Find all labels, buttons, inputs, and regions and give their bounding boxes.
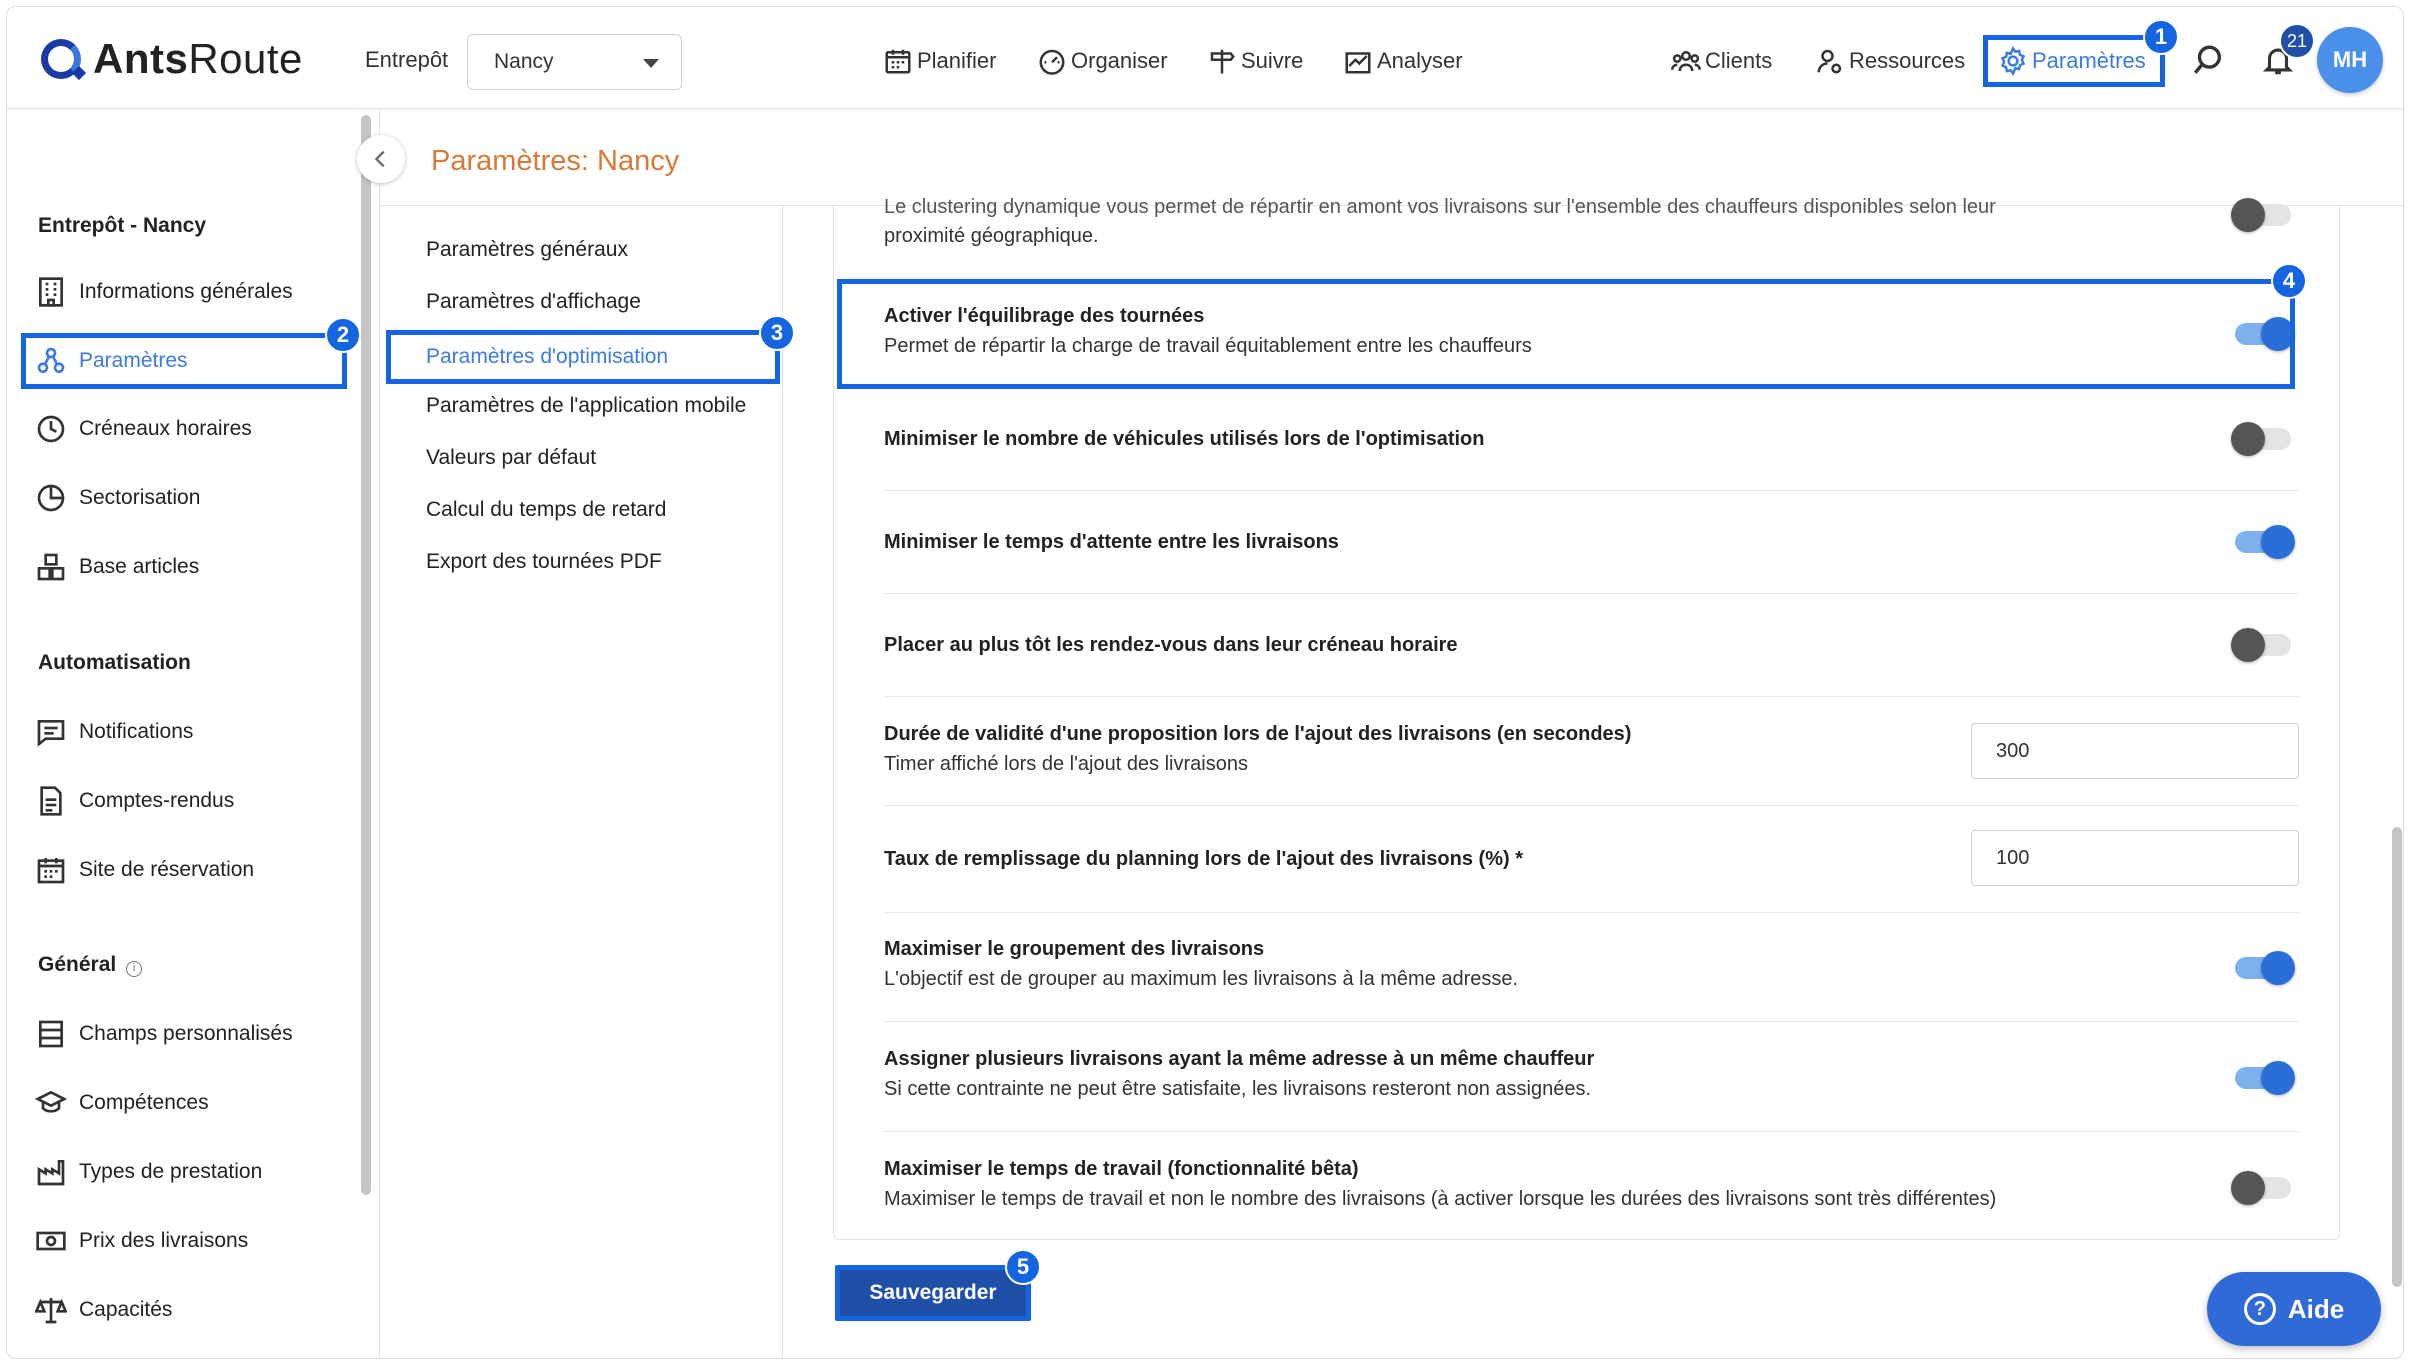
warehouse-select[interactable]: Nancy xyxy=(467,34,682,90)
submenu-parametres-affichage[interactable]: Paramètres d'affichage xyxy=(426,290,641,314)
antsroute-logo[interactable]: AntsRoute xyxy=(41,31,303,87)
sidebar-scrollbar[interactable] xyxy=(361,115,371,1195)
min-attente-toggle[interactable] xyxy=(2235,525,2295,559)
info-icon: i xyxy=(126,961,143,977)
save-button[interactable]: Sauvegarder xyxy=(835,1265,1031,1321)
duree-validite-input[interactable]: 300 xyxy=(1971,723,2299,779)
setting-row-min-vehicules: Minimiser le nombre de véhicules utilisé… xyxy=(884,387,2299,491)
boxes-icon xyxy=(37,553,65,581)
sidebar-item-sectorisation[interactable]: Sectorisation xyxy=(31,473,347,523)
top-navbar: AntsRoute Entrepôt Nancy Planifier Organ… xyxy=(7,7,2403,109)
nav-ressources[interactable]: Ressources xyxy=(1815,43,1965,79)
step-badge-1: 1 xyxy=(2143,19,2179,55)
setting-row-meme-chauffeur: Assigner plusieurs livraisons ayant la m… xyxy=(884,1022,2299,1132)
factory-icon xyxy=(37,1160,65,1186)
users-icon xyxy=(1671,51,1701,72)
calendar-icon xyxy=(37,858,65,884)
setting-row-min-attente: Minimiser le temps d'attente entre les l… xyxy=(884,491,2299,594)
sidebar-section-general: Général i xyxy=(38,953,143,977)
gear-icon xyxy=(2000,46,2026,76)
user-settings-icon xyxy=(1817,49,1842,74)
document-icon xyxy=(40,786,62,816)
settings-submenu: Paramètres généraux Paramètres d'afficha… xyxy=(380,206,783,1358)
settings-sidebar: Entrepôt - Nancy Informations générales … xyxy=(7,110,361,1358)
min-vehicules-toggle[interactable] xyxy=(2231,422,2291,456)
panel-scrollbar[interactable] xyxy=(2392,827,2402,1287)
sidebar-item-capacites[interactable]: Capacités xyxy=(31,1285,347,1335)
sidebar-item-competences[interactable]: Compétences xyxy=(31,1078,347,1128)
submenu-calcul-temps-de-retard[interactable]: Calcul du temps de retard xyxy=(426,498,666,522)
clock-icon xyxy=(37,415,65,443)
user-avatar[interactable]: MH xyxy=(2317,27,2383,93)
sidebar-item-informations-generales[interactable]: Informations générales xyxy=(31,267,347,317)
sidebar-item-comptes-rendus[interactable]: Comptes-rendus xyxy=(31,776,347,826)
scale-icon xyxy=(35,1298,67,1324)
signpost-icon xyxy=(1210,49,1235,74)
setting-row-taux-remplissage: Taux de remplissage du planning lors de … xyxy=(884,806,2299,913)
submenu-valeurs-par-defaut[interactable]: Valeurs par défaut xyxy=(426,446,596,470)
chevron-left-icon xyxy=(374,150,385,168)
optimisation-settings-panel: Le clustering dynamique vous permet de r… xyxy=(833,196,2340,1240)
chevron-down-icon xyxy=(643,59,659,68)
taux-remplissage-input[interactable]: 100 xyxy=(1971,830,2299,886)
question-icon: ? xyxy=(2243,1293,2276,1325)
graduation-cap-icon xyxy=(35,1090,67,1113)
notification-count-badge: 21 xyxy=(2279,23,2315,59)
collapse-sidebar-button[interactable] xyxy=(357,135,405,183)
setting-row-duree-validite: Durée de validité d'une proposition lors… xyxy=(884,697,2299,806)
message-icon xyxy=(37,720,65,747)
sidebar-item-notifications[interactable]: Notifications xyxy=(31,707,347,757)
submenu-parametres-application-mobile[interactable]: Paramètres de l'application mobile xyxy=(426,394,746,418)
sidebar-item-site-de-reservation[interactable]: Site de réservation xyxy=(31,845,347,895)
nav-organiser[interactable]: Organiser xyxy=(1037,43,1168,79)
help-button[interactable]: ? Aide xyxy=(2207,1272,2381,1346)
setting-row-clustering: Le clustering dynamique vous permet de r… xyxy=(884,196,2299,266)
search-icon xyxy=(2193,45,2222,74)
nav-parametres[interactable]: Paramètres xyxy=(1983,35,2165,87)
pie-icon xyxy=(37,484,65,512)
setting-row-temps-travail: Maximiser le temps de travail (fonctionn… xyxy=(884,1132,2299,1232)
page-title: Paramètres: Nancy xyxy=(431,145,680,177)
temps-travail-toggle[interactable] xyxy=(2231,1171,2291,1205)
groupement-toggle[interactable] xyxy=(2235,951,2295,985)
sidebar-item-creneaux-horaires[interactable]: Créneaux horaires xyxy=(31,404,347,454)
step-badge-5: 5 xyxy=(1005,1249,1041,1285)
submenu-export-tournees-pdf[interactable]: Export des tournées PDF xyxy=(426,550,662,574)
setting-row-equilibrage: Activer l'équilibrage des tournées Perme… xyxy=(884,283,2299,387)
list-icon xyxy=(39,1020,63,1048)
step-badge-3: 3 xyxy=(759,315,795,351)
setting-row-groupement: Maximiser le groupement des livraisons L… xyxy=(884,913,2299,1022)
step-badge-2: 2 xyxy=(325,317,361,353)
sidebar-item-prix-des-livraisons[interactable]: Prix des livraisons xyxy=(31,1216,347,1266)
nodes-icon xyxy=(37,347,65,373)
nav-planifier[interactable]: Planifier xyxy=(883,43,996,79)
submenu-parametres-optimisation[interactable]: Paramètres d'optimisation xyxy=(386,330,780,384)
sidebar-section-warehouse: Entrepôt - Nancy xyxy=(38,214,207,237)
sidebar-item-champs-personnalises[interactable]: Champs personnalisés xyxy=(31,1009,347,1059)
warehouse-label: Entrepôt xyxy=(365,47,449,72)
calendar-icon xyxy=(885,49,911,74)
rdv-au-plus-tot-toggle[interactable] xyxy=(2231,628,2291,662)
meme-chauffeur-toggle[interactable] xyxy=(2235,1061,2295,1095)
banknote-icon xyxy=(36,1231,66,1251)
nav-suivre[interactable]: Suivre xyxy=(1207,43,1303,79)
logo-icon xyxy=(41,39,81,79)
sidebar-item-types-de-prestation[interactable]: Types de prestation xyxy=(31,1147,347,1197)
sidebar-item-base-articles[interactable]: Base articles xyxy=(31,542,347,592)
nav-clients[interactable]: Clients xyxy=(1671,43,1772,79)
clustering-toggle[interactable] xyxy=(2231,198,2291,232)
chart-icon xyxy=(1345,52,1371,74)
submenu-parametres-generaux[interactable]: Paramètres généraux xyxy=(426,238,628,262)
sidebar-section-automatisation: Automatisation xyxy=(38,651,191,674)
setting-row-rdv-au-plus-tot: Placer au plus tôt les rendez-vous dans … xyxy=(884,594,2299,697)
building-icon xyxy=(39,277,63,307)
equilibrage-toggle[interactable] xyxy=(2235,317,2295,351)
step-badge-4: 4 xyxy=(2271,263,2307,299)
app-window: AntsRoute Entrepôt Nancy Planifier Organ… xyxy=(6,6,2404,1359)
sidebar-item-parametres[interactable]: Paramètres xyxy=(21,333,347,389)
gauge-icon xyxy=(1039,49,1065,75)
nav-analyser[interactable]: Analyser xyxy=(1343,43,1463,79)
search-button[interactable] xyxy=(2191,43,2227,79)
